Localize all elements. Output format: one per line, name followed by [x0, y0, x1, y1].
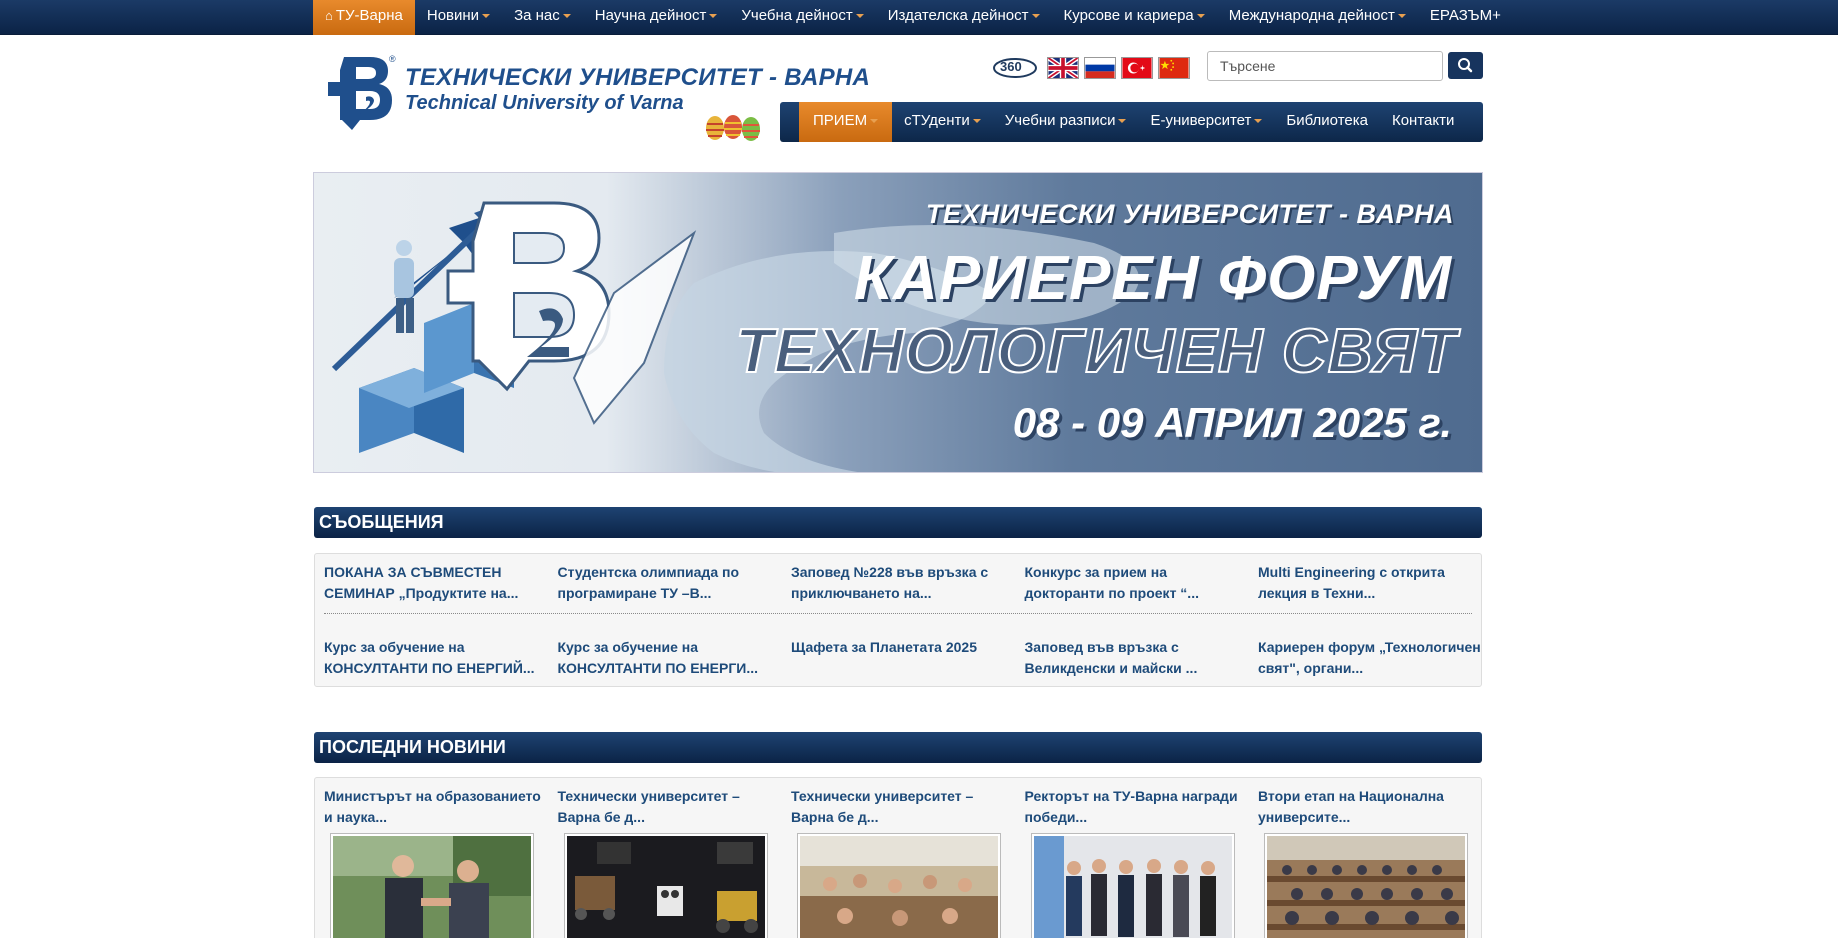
news-item: Ректорът на ТУ-Варна награди победи...: [1025, 786, 1259, 938]
university-name-bg: ТЕХНИЧЕСКИ УНИВЕРСИТЕТ - ВАРНА: [405, 64, 871, 91]
caret-down-icon: [1118, 119, 1127, 124]
news-thumbnail[interactable]: [1264, 833, 1468, 938]
banner-title: ТЕХНИЧЕСКИ УНИВЕРСИТЕТ - ВАРНА: [925, 199, 1454, 229]
home-icon: ⌂: [325, 8, 333, 23]
mainnav-students[interactable]: сТУденти: [892, 102, 993, 142]
main-nav-menu: ПРИЕМ сТУденти Учебни разписи Е-универси…: [780, 102, 1483, 142]
mainnav-schedules[interactable]: Учебни разписи: [993, 102, 1139, 142]
news-title-link[interactable]: Технически университет – Варна бе д...: [791, 786, 1017, 828]
search-icon: [1458, 58, 1473, 73]
news-item: Технически университет – Варна бе д...: [558, 786, 792, 938]
news-item: Технически университет – Варна бе д...: [791, 786, 1025, 938]
mainnav-e-university[interactable]: Е-университет: [1138, 102, 1274, 142]
top-nav-menu: ⌂ ТУ-Варна Новини За нас Научна дейност У…: [313, 0, 1513, 35]
news-photo-handshake: [333, 836, 531, 938]
university-name-en: Technical University of Varna: [405, 92, 684, 114]
caret-down-icon: [1397, 14, 1406, 19]
topnav-education[interactable]: Учебна дейност: [729, 0, 875, 35]
announcement-link[interactable]: Конкурс за прием на докторанти по проект…: [1025, 562, 1259, 604]
announcement-link[interactable]: Курс за обучение на КОНСУЛТАНТИ ПО ЕНЕРГ…: [558, 637, 792, 679]
uk-flag[interactable]: [1047, 57, 1079, 79]
caret-down-icon: [1196, 14, 1205, 19]
announcements-row-2: Курс за обучение на КОНСУЛТАНТИ ПО ЕНЕРГ…: [324, 637, 1492, 679]
caret-down-icon: [709, 14, 718, 19]
topnav-erasmus[interactable]: ЕРАЗЪМ+: [1418, 0, 1513, 35]
topnav-home[interactable]: ⌂ ТУ-Варна: [313, 0, 415, 35]
news-row: Министърът на образованието и наука... Т…: [324, 786, 1492, 938]
news-heading: ПОСЛЕДНИ НОВИНИ: [314, 732, 1482, 763]
turkey-flag[interactable]: [1121, 57, 1153, 79]
announcement-link[interactable]: Курс за обучение на КОНСУЛТАНТИ ПО ЕНЕРГ…: [324, 637, 558, 679]
banner-headline-2: ТЕХНОЛОГИЧЕН СВЯТ: [734, 316, 1457, 387]
hero-banner[interactable]: ТЕХНИЧЕСКИ УНИВЕРСИТЕТ - ВАРНА КАРИЕРЕН …: [313, 172, 1483, 473]
svg-text:®: ®: [389, 54, 396, 64]
search-input[interactable]: [1207, 51, 1443, 81]
announcement-link[interactable]: Щафета за Планетата 2025: [791, 637, 1025, 679]
tour-360-icon[interactable]: 360: [991, 54, 1039, 80]
caret-down-icon: [1031, 14, 1040, 19]
announcement-link[interactable]: Студентска олимпиада по програмиране ТУ …: [558, 562, 792, 604]
china-flag[interactable]: [1158, 57, 1190, 79]
announcement-link[interactable]: Кариерен форум „Технологичен свят", орга…: [1258, 637, 1492, 679]
search-button[interactable]: [1448, 52, 1483, 79]
easter-eggs-icon: [706, 115, 760, 141]
news-title-link[interactable]: Технически университет – Варна бе д...: [558, 786, 784, 828]
mainnav-library[interactable]: Библиотека: [1274, 102, 1380, 142]
announcement-link[interactable]: ПОКАНА ЗА СЪВМЕСТЕН СЕМИНАР „Продуктите …: [324, 562, 558, 604]
university-logo[interactable]: ®: [326, 53, 401, 135]
divider: [324, 613, 1472, 614]
top-navbar: ⌂ ТУ-Варна Новини За нас Научна дейност У…: [0, 0, 1838, 35]
news-photo-classroom: [800, 836, 998, 938]
announcement-link[interactable]: Заповед №228 във връзка с приключването …: [791, 562, 1025, 604]
announcements-panel: ПОКАНА ЗА СЪВМЕСТЕН СЕМИНАР „Продуктите …: [314, 553, 1482, 687]
news-panel: Министърът на образованието и наука... Т…: [314, 777, 1482, 938]
topnav-research[interactable]: Научна дейност: [583, 0, 730, 35]
announcement-link[interactable]: Заповед във връзка с Великденски и майск…: [1025, 637, 1259, 679]
news-photo-auditorium: [1267, 836, 1465, 938]
news-thumbnail[interactable]: [563, 833, 768, 938]
topnav-about[interactable]: За нас: [502, 0, 583, 35]
caret-down-icon: [562, 14, 571, 19]
caret-down-icon: [972, 119, 981, 124]
news-item: Втори етап на Национална университе...: [1258, 786, 1492, 938]
banner-date: 08 - 09 АПРИЛ 2025 г.: [1012, 399, 1452, 446]
announcements-heading: СЪОБЩЕНИЯ: [314, 507, 1482, 538]
topnav-news[interactable]: Новини: [415, 0, 502, 35]
news-item: Министърът на образованието и наука...: [324, 786, 558, 938]
topnav-publishing[interactable]: Издателска дейност: [876, 0, 1052, 35]
caret-down-icon: [870, 119, 879, 124]
news-photo-group: [1033, 836, 1232, 938]
mainnav-admission[interactable]: ПРИЕМ: [799, 102, 893, 142]
news-title-link[interactable]: Втори етап на Национална университе...: [1258, 786, 1484, 828]
news-thumbnail[interactable]: [330, 833, 534, 938]
news-thumbnail[interactable]: [1030, 833, 1235, 938]
tour-360-label: 360: [1000, 59, 1022, 74]
news-title-link[interactable]: Ректорът на ТУ-Варна награди победи...: [1025, 786, 1251, 828]
news-title-link[interactable]: Министърът на образованието и наука...: [324, 786, 550, 828]
caret-down-icon: [1254, 119, 1263, 124]
banner-headline-1: КАРИЕРЕН ФОРУМ: [853, 244, 1452, 313]
mainnav-contacts[interactable]: Контакти: [1380, 102, 1466, 142]
caret-down-icon: [855, 14, 864, 19]
page: ⌂ ТУ-Варна Новини За нас Научна дейност У…: [0, 0, 1838, 938]
topnav-courses[interactable]: Курсове и кариера: [1052, 0, 1217, 35]
russia-flag[interactable]: [1084, 57, 1116, 79]
announcement-link[interactable]: Multi Engineering с открита лекция в Тех…: [1258, 562, 1492, 604]
language-flags: [1047, 57, 1190, 79]
news-thumbnail[interactable]: [797, 833, 1001, 938]
caret-down-icon: [482, 14, 491, 19]
announcements-row-1: ПОКАНА ЗА СЪВМЕСТЕН СЕМИНАР „Продуктите …: [324, 562, 1492, 604]
news-photo-robots: [566, 836, 765, 938]
topnav-international[interactable]: Международна дейност: [1217, 0, 1418, 35]
